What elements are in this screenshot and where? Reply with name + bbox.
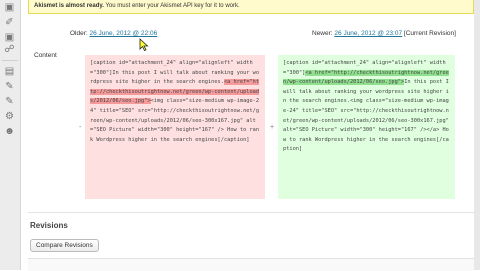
older-revision-link[interactable]: 26 June, 2012 @ 22:06 — [90, 30, 158, 37]
admin-sidebar: ▣ ✐ ▣ ☍ ▤ ✎ ✎ ⚙ ☻ — [0, 0, 21, 270]
content-field-label: Content — [34, 52, 57, 59]
mouse-cursor-icon — [139, 38, 149, 51]
revisions-heading: Revisions — [30, 221, 68, 230]
insertion-marker: + — [270, 124, 275, 131]
revisions-list-area — [28, 258, 474, 271]
appearance-icon[interactable]: ✎ — [4, 96, 15, 107]
akismet-notice: Akismet is almost ready. You must enter … — [28, 0, 474, 14]
current-revision-tag: [Current Revision] — [402, 30, 456, 37]
posts-icon[interactable]: ✐ — [4, 17, 15, 28]
older-label: Older: — [70, 30, 90, 37]
links-icon[interactable]: ☍ — [4, 44, 15, 55]
section-divider — [28, 212, 474, 213]
media-icon[interactable]: ▣ — [4, 32, 15, 43]
scrollbar-track[interactable] — [474, 0, 480, 270]
dashboard-icon[interactable]: ▣ — [4, 2, 15, 13]
compare-revisions-button[interactable]: Compare Revisions — [30, 239, 99, 252]
deletion-marker: - — [79, 124, 82, 131]
old-text-part: <img class="size-medium wp-image-24" tit… — [90, 98, 260, 143]
users-icon[interactable]: ☻ — [4, 126, 15, 137]
comments-icon[interactable]: ✎ — [4, 81, 15, 92]
old-content-diff: [caption id="attachment_24" align="align… — [85, 55, 265, 199]
notice-title: Akismet is almost ready. — [34, 3, 104, 9]
new-content-diff: [caption id="attachment_24" align="align… — [278, 55, 455, 199]
notice-text: You must enter your Akismet API key for … — [103, 3, 240, 9]
older-revision-meta: Older: 26 June, 2012 @ 22:06 — [70, 30, 157, 37]
newer-label: Newer: — [312, 30, 335, 37]
newer-revision-link[interactable]: 26 June, 2012 @ 23:07 — [334, 30, 402, 37]
sidebar-separator — [2, 60, 18, 61]
new-text-part: In this post I will talk about ranking y… — [283, 79, 453, 153]
plugins-icon[interactable]: ⚙ — [4, 111, 15, 122]
pages-icon[interactable]: ▤ — [4, 66, 15, 77]
newer-revision-meta: Newer: 26 June, 2012 @ 23:07 [Current Re… — [312, 30, 456, 37]
